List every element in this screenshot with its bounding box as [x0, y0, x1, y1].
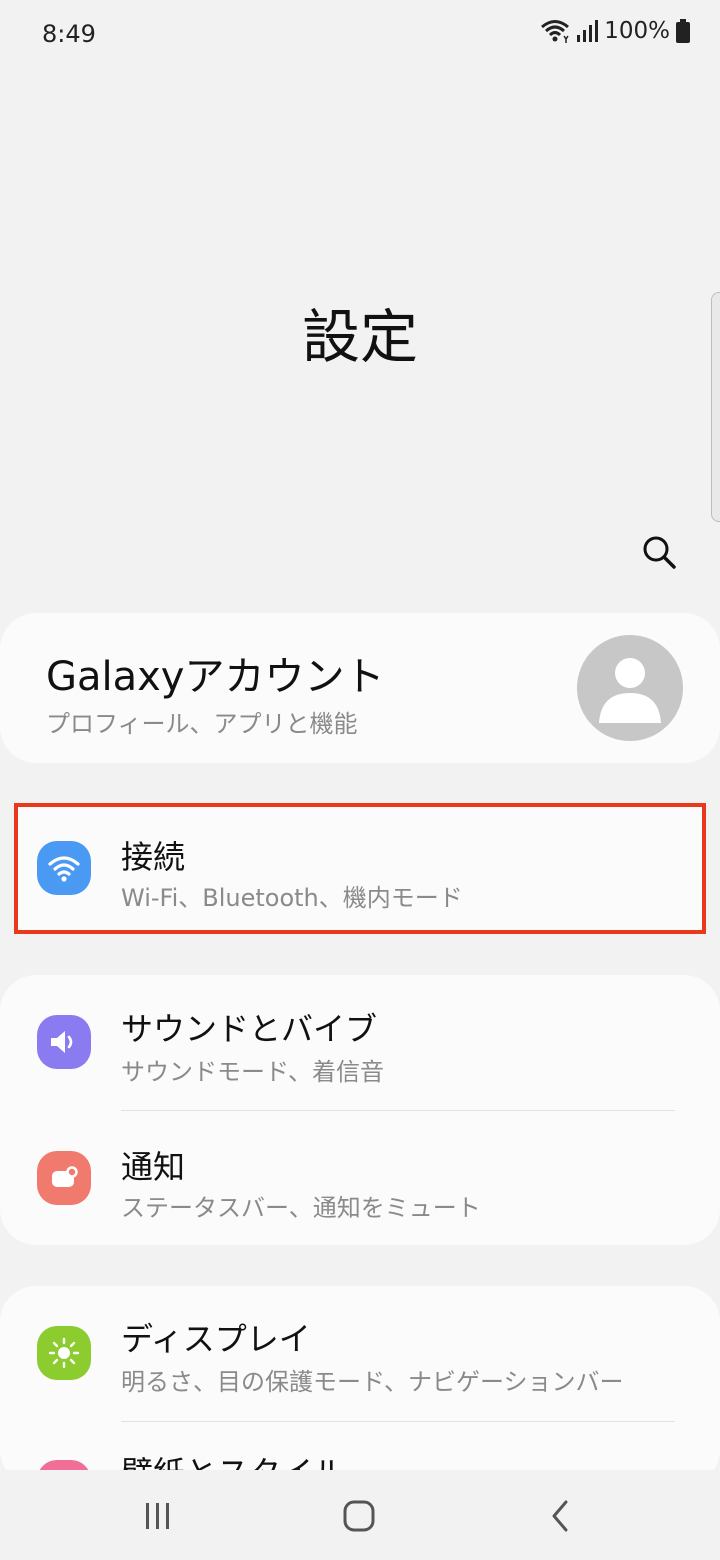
display-icon-tile — [37, 1326, 91, 1380]
sound-subtitle: サウンドモード、着信音 — [121, 1058, 385, 1086]
notifications-icon-tile — [37, 1151, 91, 1205]
sound-icon-tile — [37, 1015, 91, 1069]
notifications-title: 通知 — [121, 1148, 186, 1186]
person-icon — [599, 658, 661, 723]
home-icon — [343, 1500, 375, 1532]
settings-item-display[interactable] — [0, 1286, 720, 1420]
brightness-icon — [48, 1337, 80, 1369]
settings-item-notifications[interactable] — [0, 1111, 720, 1245]
display-title: ディスプレイ — [121, 1320, 311, 1358]
settings-item-wallpaper[interactable] — [0, 1422, 720, 1470]
account-title: Galaxyアカウント — [46, 654, 385, 700]
search-button[interactable] — [639, 532, 679, 572]
avatar[interactable] — [577, 635, 683, 741]
wifi-icon — [48, 856, 80, 882]
recent-apps-icon — [146, 1503, 169, 1529]
status-time: 8:49 — [42, 20, 96, 48]
home-button[interactable] — [329, 1486, 389, 1546]
sound-title: サウンドとバイブ — [121, 1010, 378, 1048]
search-icon — [643, 536, 676, 569]
notifications-subtitle: ステータスバー、通知をミュート — [121, 1194, 481, 1222]
connections-icon-tile — [37, 841, 91, 895]
settings-item-connections[interactable] — [14, 803, 706, 934]
connections-subtitle: Wi-Fi、Bluetooth、機内モード — [121, 884, 463, 912]
connections-title: 接続 — [121, 838, 186, 876]
account-subtitle: プロフィール、アプリと機能 — [46, 710, 358, 738]
signal-icon — [577, 20, 599, 42]
speaker-icon — [51, 1031, 73, 1053]
status-icons: 100% — [540, 18, 690, 44]
battery-percentage: 100% — [604, 18, 670, 44]
scroll-handle[interactable] — [711, 292, 720, 522]
battery-icon — [676, 19, 690, 43]
display-subtitle: 明るさ、目の保護モード、ナビゲーションバー — [121, 1368, 624, 1396]
back-button[interactable] — [530, 1486, 590, 1546]
wifi-icon — [541, 20, 570, 43]
navigation-bar — [0, 1470, 720, 1560]
back-icon — [552, 1500, 568, 1532]
status-bar: 8:49 100% — [0, 0, 720, 70]
recent-apps-button[interactable] — [128, 1486, 188, 1546]
page-title: 設定 — [301, 303, 418, 371]
notification-icon — [52, 1166, 78, 1187]
